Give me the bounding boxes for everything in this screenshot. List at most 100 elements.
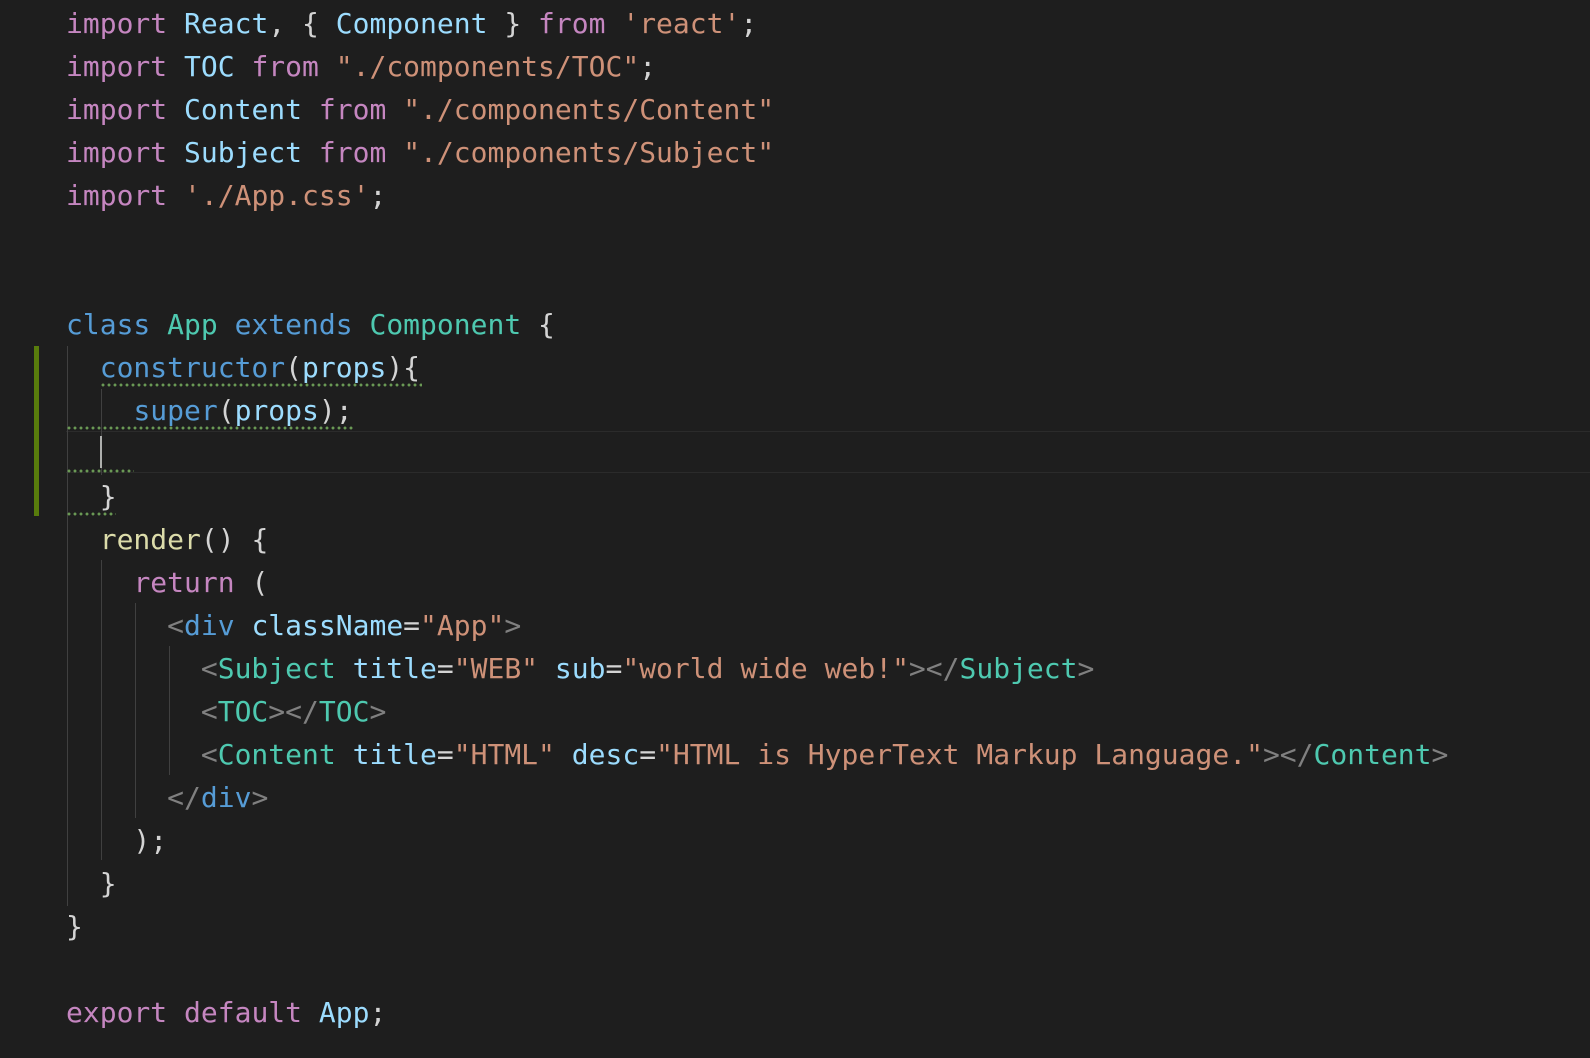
code-token: 'react' [622,7,741,40]
code-token: ){ [386,351,421,384]
code-token: "WEB" [453,652,539,685]
code-token: ; [639,50,657,83]
code-token: desc [571,738,640,771]
code-token: } [66,480,117,513]
code-token: ; [369,179,387,212]
modified-lines-gutter-indicator[interactable] [34,346,39,516]
code-line[interactable]: import Subject from "./components/Subjec… [66,131,774,174]
code-token: ></ [268,695,319,728]
text-cursor [100,436,102,468]
code-token: } [487,7,539,40]
code-token: "App" [420,609,505,642]
code-token: "world wide web!" [622,652,909,685]
code-token: = [639,738,657,771]
code-token: Content [1313,738,1432,771]
code-line[interactable]: render() { [66,518,269,561]
code-token: TOC [217,695,269,728]
code-token: < [200,695,218,728]
code-token: ( [285,351,303,384]
code-token: App [318,996,370,1029]
code-token: sub [554,652,606,685]
code-token: from [318,93,387,126]
code-token: import [66,179,168,212]
code-token: ></ [1262,738,1314,771]
code-line[interactable]: } [66,862,117,905]
code-line[interactable]: <TOC></TOC> [66,690,386,733]
code-line[interactable]: ); [66,819,167,862]
code-line[interactable]: import Content from "./components/Conten… [66,88,774,131]
code-token: TOC [184,50,235,83]
code-token: } [66,910,83,943]
code-token: ; [740,7,758,40]
code-token: props [234,394,319,427]
code-token: title [352,652,437,685]
code-token: = [436,652,454,685]
error-squiggle [66,426,354,430]
code-line[interactable]: <div className="App"> [66,604,521,647]
code-token: < [167,609,185,642]
code-token: render [99,523,201,556]
code-line[interactable]: import './App.css'; [66,174,386,217]
code-token: props [302,351,387,384]
code-token: > [1431,738,1449,771]
code-editor[interactable]: import React, { Component } from 'react'… [0,0,1590,1058]
code-token: from [251,50,319,83]
code-token: className [251,609,404,642]
code-token: div [200,781,252,814]
code-line[interactable]: class App extends Component { [66,303,555,346]
code-token: ); [318,394,353,427]
code-token: class [66,308,151,341]
code-token: constructor [99,351,286,384]
code-line[interactable]: import TOC from "./components/TOC"; [66,45,656,88]
code-token: Subject [959,652,1078,685]
code-token: React [184,7,269,40]
code-line[interactable]: <Content title="HTML" desc="HTML is Hype… [66,733,1449,776]
code-token: > [504,609,522,642]
code-line[interactable]: return ( [66,561,268,604]
code-token: </ [167,781,201,814]
code-token: div [184,609,235,642]
code-token: ></ [908,652,960,685]
code-token: import [66,50,168,83]
code-token: = [436,738,454,771]
code-token: { [521,308,555,341]
code-token: App [167,308,218,341]
code-line[interactable]: </div> [66,776,268,819]
code-token: ); [66,824,168,857]
code-token: import [66,7,168,40]
code-token: ( [234,566,269,599]
code-token: TOC [318,695,370,728]
code-token: title [352,738,437,771]
code-line[interactable]: export default App; [66,991,386,1034]
code-token: from [538,7,606,40]
code-token: Content [217,738,336,771]
code-token: "./components/Subject" [403,136,775,169]
error-squiggle [66,512,116,516]
code-token: "./components/Content" [403,93,775,126]
code-token: () { [200,523,269,556]
code-line[interactable]: import React, { Component } from 'react'… [66,2,757,45]
code-line[interactable]: } [66,905,83,948]
code-token: = [605,652,623,685]
code-line[interactable]: <Subject title="WEB" sub="world wide web… [66,647,1095,690]
